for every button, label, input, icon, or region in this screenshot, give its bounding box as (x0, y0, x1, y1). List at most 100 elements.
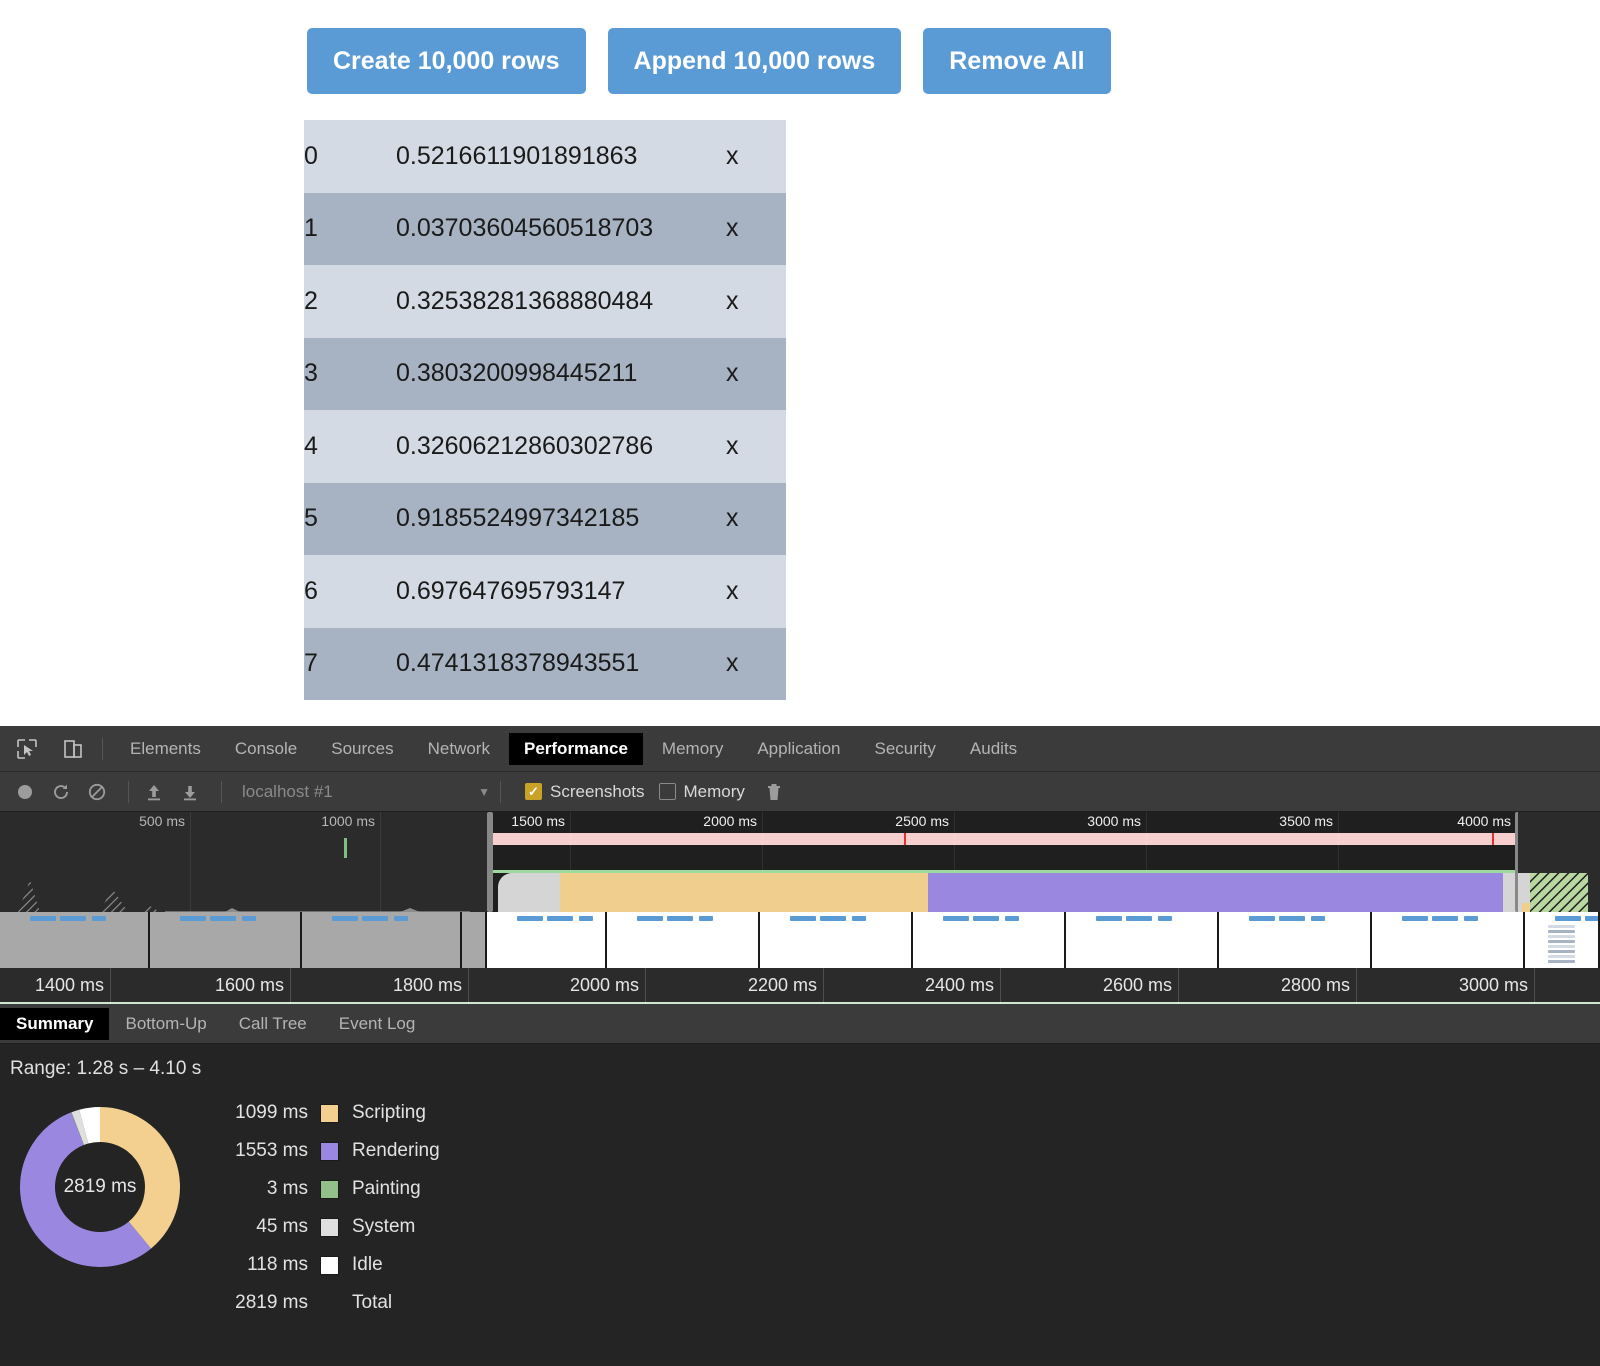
trash-icon[interactable] (759, 777, 789, 807)
tab-memory[interactable]: Memory (647, 733, 738, 765)
tab-sources[interactable]: Sources (316, 733, 408, 765)
frame-row-thumb (1548, 960, 1575, 963)
ruler-tick: 2800 ms (1280, 975, 1350, 995)
frame-button-thumb (637, 916, 663, 921)
overview-selected-window[interactable]: 1500 ms 2000 ms 2500 ms 3000 ms 3500 ms 4000 … (487, 812, 1521, 912)
table-row[interactable]: 0 0.5216611901891863 x (304, 120, 786, 193)
table-row[interactable]: 5 0.9185524997342185 x (304, 482, 786, 556)
devtools-tabbar: Elements Console Sources Network Performance… (0, 726, 1600, 772)
legend-row[interactable]: 45 ms System (200, 1208, 440, 1246)
row-id: 1 (304, 214, 318, 243)
remove-all-button[interactable]: Remove All (923, 28, 1111, 94)
legend-row[interactable]: 1553 ms Rendering (200, 1132, 440, 1170)
performance-toolbar: localhost #1 ▼ ✓ Screenshots Memory (0, 772, 1600, 812)
details-tab-summary[interactable]: Summary (0, 1007, 110, 1040)
filmstrip-frame[interactable] (0, 912, 150, 968)
legend-swatch (320, 1141, 339, 1161)
save-profile-icon[interactable] (175, 777, 205, 807)
rows-table: 0 0.5216611901891863 x 1 0.03703604560518703… (304, 120, 786, 700)
device-toolbar-icon[interactable] (54, 730, 92, 768)
row-delete-button[interactable]: x (726, 483, 786, 556)
tab-elements[interactable]: Elements (115, 733, 216, 765)
overview-outside-left[interactable]: 500 ms 1000 ms (0, 812, 490, 912)
reload-and-record-icon[interactable] (46, 777, 76, 807)
row-delete-button[interactable]: x (726, 265, 786, 338)
filmstrip-frame[interactable] (607, 912, 760, 968)
details-tab-event-log[interactable]: Event Log (323, 1008, 432, 1040)
row-delete-button[interactable]: x (726, 628, 786, 701)
frame-thumbnail (913, 912, 1064, 968)
filmstrip-frame[interactable] (1066, 912, 1219, 968)
row-delete-button[interactable]: x (726, 555, 786, 628)
table-row[interactable]: 6 0.697647695793147 x (304, 555, 786, 628)
frame-row-thumb (1548, 955, 1575, 958)
frame-button-thumb (242, 916, 256, 921)
legend-row[interactable]: 1099 ms Scripting (200, 1094, 440, 1132)
frame-thumbnail (150, 912, 300, 968)
frame-button-thumb (579, 916, 593, 921)
timeline-overview[interactable]: 500 ms 1000 ms 1500 ms 2000 ms 2500 ms 3… (0, 812, 1600, 912)
tab-audits[interactable]: Audits (955, 733, 1032, 765)
legend-swatch (320, 1103, 339, 1123)
legend-total-row: 2819 ms Total (200, 1284, 440, 1322)
inspect-element-icon[interactable] (8, 730, 46, 768)
session-dropdown[interactable]: localhost #1 ▼ (242, 782, 490, 802)
filmstrip-frame[interactable] (760, 912, 913, 968)
record-icon[interactable] (10, 777, 40, 807)
frame-button-thumb (820, 916, 846, 921)
details-tab-bottom-up[interactable]: Bottom-Up (109, 1008, 222, 1040)
row-delete-button[interactable]: x (726, 410, 786, 483)
toolbar-divider-2 (128, 780, 129, 803)
filmstrip-frame[interactable] (913, 912, 1066, 968)
tab-console[interactable]: Console (220, 733, 312, 765)
tab-security[interactable]: Security (860, 733, 951, 765)
frame-thumbnail (1372, 912, 1523, 968)
filmstrip-frame[interactable] (1219, 912, 1372, 968)
load-profile-icon[interactable] (139, 777, 169, 807)
overview-tick: 1000 ms (321, 813, 375, 829)
frame-button-thumb (1555, 916, 1581, 921)
frame-button-thumb (210, 916, 236, 921)
legend-row[interactable]: 3 ms Painting (200, 1170, 440, 1208)
overview-gridline (1146, 812, 1147, 874)
summary-pane: Range: 1.28 s – 4.10 s 2819 ms 1099 ms Sc… (0, 1044, 1600, 1366)
overview-ruler-left: 500 ms 1000 ms (0, 812, 490, 834)
row-delete-button[interactable]: x (726, 120, 786, 193)
table-row[interactable]: 3 0.3803200998445211 x (304, 337, 786, 411)
frame-row-thumb (1548, 930, 1575, 933)
tab-application[interactable]: Application (742, 733, 855, 765)
table-row[interactable]: 2 0.32538281368880484 x (304, 265, 786, 338)
screenshots-label: Screenshots (550, 781, 645, 801)
ruler-gridline (1178, 968, 1179, 1004)
row-value: 0.03703604560518703 (396, 214, 654, 243)
filmstrip[interactable] (0, 912, 1600, 968)
filmstrip-frame[interactable] (150, 912, 302, 968)
filmstrip-frame[interactable] (1525, 912, 1600, 968)
filmstrip-frame[interactable] (302, 912, 462, 968)
table-row[interactable]: 1 0.03703604560518703 x (304, 192, 786, 266)
frame-row-thumb (1548, 935, 1575, 938)
row-delete-button[interactable]: x (726, 193, 786, 266)
filmstrip-frame[interactable] (1372, 912, 1525, 968)
tab-performance[interactable]: Performance (508, 732, 643, 765)
create-rows-button[interactable]: Create 10,000 rows (307, 28, 586, 94)
filmstrip-frame[interactable] (462, 912, 487, 968)
legend-row[interactable]: 118 ms Idle (200, 1246, 440, 1284)
overview-gridline (762, 812, 763, 874)
memory-checkbox[interactable]: Memory (658, 782, 745, 802)
overview-outside-right[interactable] (1518, 812, 1600, 912)
row-id: 3 (304, 359, 318, 388)
table-row[interactable]: 4 0.32606212860302786 x (304, 410, 786, 483)
details-tab-call-tree[interactable]: Call Tree (223, 1008, 323, 1040)
filmstrip-frame[interactable] (487, 912, 607, 968)
devtools-panel: Elements Console Sources Network Performance… (0, 726, 1600, 1366)
screenshots-checkbox[interactable]: ✓ Screenshots (525, 782, 645, 802)
clear-recording-icon[interactable] (82, 777, 112, 807)
table-row[interactable]: 7 0.4741318378943551 x (304, 627, 786, 701)
ruler-tick: 1600 ms (214, 975, 284, 995)
frame-row-thumb (1548, 940, 1575, 943)
overview-window-handle-left[interactable] (487, 812, 493, 912)
append-rows-button[interactable]: Append 10,000 rows (607, 28, 902, 94)
row-delete-button[interactable]: x (726, 338, 786, 411)
tab-network[interactable]: Network (413, 733, 505, 765)
